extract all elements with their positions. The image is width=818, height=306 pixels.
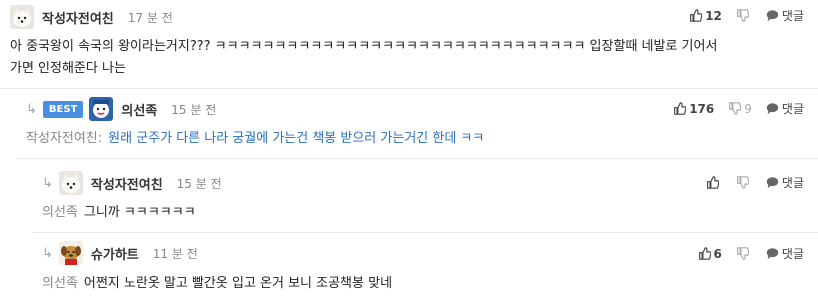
reply-button[interactable]: 댓글	[766, 100, 804, 117]
comment-text: 어쩐지 노란옷 말고 빨간옷 입고 온거 보니 조공책봉 맞네	[83, 276, 393, 291]
divider	[0, 88, 818, 89]
like-button[interactable]: 176	[673, 102, 714, 116]
comment-text: 그니까 ㅋㅋㅋㅋㅋㅋ	[83, 205, 196, 220]
mention[interactable]: 의선족	[42, 276, 78, 291]
dislike-button[interactable]	[736, 176, 752, 189]
speech-bubble-icon	[766, 10, 779, 22]
author-name[interactable]: 슈가하트	[91, 244, 139, 263]
like-button[interactable]: 6	[698, 247, 722, 261]
timestamp: 15 분 전	[171, 102, 217, 117]
reply-label: 댓글	[781, 9, 804, 23]
avatar[interactable]	[58, 171, 83, 195]
timestamp: 17 분 전	[127, 10, 173, 25]
timestamp: 11 분 전	[152, 246, 198, 261]
thumbs-down-icon	[736, 9, 749, 22]
speech-bubble-icon	[766, 248, 779, 260]
comment-actions: 댓글	[692, 174, 804, 191]
reply-button[interactable]: 댓글	[766, 174, 804, 191]
timestamp: 15 분 전	[176, 176, 222, 191]
comment-actions: 12 댓글	[675, 7, 804, 24]
comment-body: 작성자전여친: 원래 군주가 다른 나라 궁궐에 가는건 책봉 받으러 가는거긴 …	[26, 128, 484, 150]
reply-arrow-icon: ↳	[42, 175, 53, 191]
comment-line: 아 중국왕이 속국의 왕이라는거지??? ㅋㅋㅋㅋㅋㅋㅋㅋㅋㅋㅋㅋㅋㅋㅋㅋㅋㅋㅋ…	[10, 39, 718, 54]
thumbs-down-icon	[729, 102, 742, 115]
mention[interactable]: 작성자전여친:	[26, 131, 102, 146]
comment-header: ↳ 작성자전여친 15 분 전	[42, 171, 222, 195]
comment-body: 의선족 어쩐지 노란옷 말고 빨간옷 입고 온거 보니 조공책봉 맞네	[42, 273, 392, 295]
reply-arrow-icon: ↳	[26, 101, 37, 117]
reply-button[interactable]: 댓글	[766, 245, 804, 262]
author-name[interactable]: 의선족	[121, 100, 157, 119]
thumbs-up-icon	[674, 102, 687, 115]
like-count: 176	[689, 101, 715, 116]
like-count: 12	[705, 8, 722, 23]
thumbs-down-icon	[736, 247, 749, 260]
dislike-button[interactable]: 9	[728, 102, 752, 116]
thumbs-up-icon	[706, 176, 719, 189]
speech-bubble-icon	[766, 177, 779, 189]
comment-header: ↳ BEST 의선족 15 분 전	[26, 97, 216, 121]
comment-actions: 6 댓글	[684, 245, 804, 262]
comment-body: 의선족 그니까 ㅋㅋㅋㅋㅋㅋ	[42, 202, 196, 224]
thumbs-down-icon	[736, 176, 749, 189]
comment-line: 가면 인정해준다 나는	[10, 61, 126, 76]
reply-arrow-icon: ↳	[42, 245, 53, 261]
comment-body: 아 중국왕이 속국의 왕이라는거지??? ㅋㅋㅋㅋㅋㅋㅋㅋㅋㅋㅋㅋㅋㅋㅋㅋㅋㅋㅋ…	[10, 36, 717, 80]
divider	[16, 158, 818, 159]
like-button[interactable]: 12	[689, 9, 722, 23]
best-badge: BEST	[42, 100, 84, 118]
dislike-count: 9	[744, 101, 752, 116]
thumbs-up-icon	[690, 9, 703, 22]
dislike-button[interactable]	[736, 9, 752, 22]
avatar[interactable]	[58, 241, 83, 265]
avatar[interactable]	[10, 5, 34, 29]
like-count: 6	[713, 246, 722, 261]
comment-header: ↳ 슈가하트 11 분 전	[42, 241, 198, 265]
speech-bubble-icon	[766, 103, 779, 115]
reply-button[interactable]: 댓글	[766, 7, 804, 24]
author-name[interactable]: 작성자전여친	[42, 8, 114, 27]
reply-label: 댓글	[781, 247, 804, 261]
reply-label: 댓글	[781, 102, 804, 116]
thumbs-up-icon	[698, 247, 711, 260]
like-button[interactable]	[706, 176, 722, 189]
author-name[interactable]: 작성자전여친	[91, 174, 163, 193]
comment-actions: 176 9 댓글	[659, 100, 804, 117]
mention[interactable]: 의선족	[42, 205, 78, 220]
divider	[32, 232, 818, 233]
dislike-button[interactable]	[736, 247, 752, 260]
avatar[interactable]	[89, 97, 114, 121]
reply-label: 댓글	[781, 176, 804, 190]
comment-header: 작성자전여친 17 분 전	[10, 5, 173, 29]
comment-text: 원래 군주가 다른 나라 궁궐에 가는건 책봉 받으러 가는거긴 한데 ㅋㅋ	[108, 131, 485, 146]
